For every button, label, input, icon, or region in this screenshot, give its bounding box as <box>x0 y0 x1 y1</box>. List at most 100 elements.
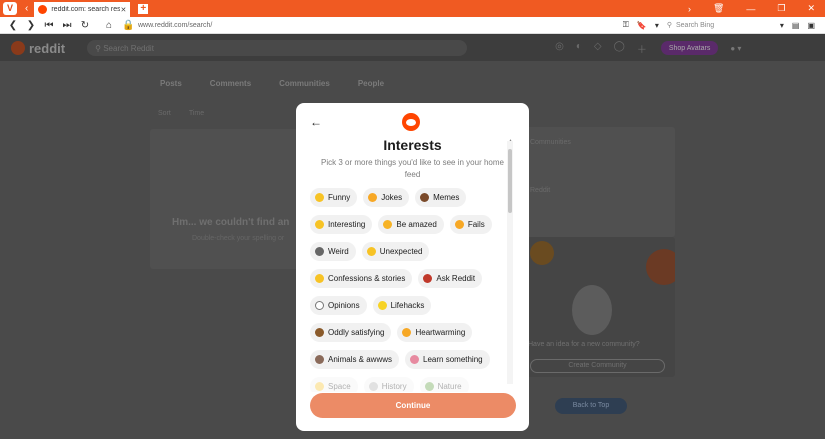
interest-chip-label: Ask Reddit <box>436 274 476 283</box>
emoji-icon <box>315 355 324 364</box>
chat-icon[interactable]: ◐ <box>576 41 582 56</box>
interest-chip-label: Confessions & stories <box>328 274 406 283</box>
minimize-button[interactable]: — <box>746 4 755 14</box>
reddit-search-input[interactable]: ⚲ Search Reddit <box>87 40 468 56</box>
interest-chip[interactable]: Funny <box>310 188 358 207</box>
close-window-button[interactable]: ✕ <box>807 3 815 14</box>
interest-chip-label: Heartwarming <box>415 328 466 337</box>
new-tab-button[interactable]: + <box>138 3 149 14</box>
interest-chip[interactable]: Memes <box>415 188 467 207</box>
emoji-icon <box>315 193 324 202</box>
tab-comments[interactable]: Comments <box>210 79 251 88</box>
lock-icon: 🔒 <box>122 19 135 31</box>
maximize-button[interactable]: ❐ <box>777 3 785 14</box>
interest-chip[interactable]: Interesting <box>310 215 373 234</box>
interest-chip-label: Jokes <box>381 193 403 202</box>
interest-chip-label: Funny <box>328 193 351 202</box>
tab-people[interactable]: People <box>358 79 384 88</box>
tab-scroll-left-icon[interactable]: ‹ <box>25 3 28 14</box>
emoji-icon <box>423 274 433 283</box>
chip-row: Confessions & stories Ask Reddit <box>310 269 505 288</box>
shop-avatars-button[interactable]: Shop Avatars <box>660 41 719 55</box>
tab-scroll-right-icon[interactable]: › <box>688 4 691 14</box>
rewind-icon[interactable]: ⏮ <box>44 20 54 31</box>
emoji-icon <box>315 301 324 310</box>
key-icon[interactable]: ⚿ <box>623 20 629 30</box>
tab-posts[interactable]: Posts <box>160 79 182 88</box>
emoji-icon <box>368 382 378 391</box>
reader-icon[interactable]: ▤ <box>792 21 800 30</box>
interest-chip-label: Interesting <box>328 220 366 229</box>
bell-icon[interactable]: ◇ <box>594 41 602 56</box>
message-icon[interactable]: ◯ <box>614 41 625 56</box>
no-results-subtitle: Double-check your spelling or <box>192 235 285 242</box>
tab-close-icon[interactable]: ✕ <box>120 6 126 14</box>
interest-chip[interactable]: Opinions <box>310 296 367 315</box>
time-filter[interactable]: Time <box>189 110 204 117</box>
dropdown-icon[interactable]: ▾ <box>655 21 659 30</box>
url-field[interactable]: www.reddit.com/search/ <box>138 22 212 29</box>
interest-chip[interactable]: Jokes <box>363 188 410 207</box>
tab-communities[interactable]: Communities <box>279 79 330 88</box>
home-icon[interactable]: ⌂ <box>104 20 114 31</box>
interest-chip[interactable]: History <box>363 377 414 392</box>
interest-chip-label: Nature <box>437 382 462 391</box>
interest-chip-label: Opinions <box>328 301 360 310</box>
emoji-icon <box>315 220 324 229</box>
chip-row: Interesting Be amazed Fails <box>310 215 505 234</box>
bookmark-icon[interactable]: 🔖 <box>637 21 647 30</box>
dropdown-icon[interactable]: ▾ <box>780 21 784 30</box>
reddit-logo-icon[interactable] <box>11 41 25 55</box>
create-community-button[interactable]: Create Community <box>530 359 665 373</box>
search-engine-field[interactable]: ⚲ Search Bing <box>666 21 772 30</box>
interest-chip[interactable]: Weird <box>310 242 356 261</box>
interest-chip-label: Oddly satisfying <box>328 328 385 337</box>
vivaldi-logo-icon[interactable]: V <box>3 2 17 15</box>
reddit-wordmark[interactable]: reddit <box>29 41 65 56</box>
interest-chip[interactable]: Nature <box>419 377 469 392</box>
emoji-icon <box>368 193 378 202</box>
popular-icon[interactable]: ◎ <box>555 41 564 56</box>
scrollbar[interactable] <box>507 141 513 384</box>
interest-chip-label: Unexpected <box>379 247 423 256</box>
chip-row: Animals & awwws Learn something <box>310 350 505 369</box>
interest-chip[interactable]: Fails <box>449 215 492 234</box>
panel-icon[interactable]: ▣ <box>807 21 815 30</box>
add-icon[interactable]: ＋ <box>637 41 647 56</box>
sidebar-card: Communities Reddit <box>520 127 675 237</box>
interest-chip[interactable]: Ask Reddit <box>418 269 483 288</box>
back-icon[interactable]: ❮ <box>8 20 18 31</box>
sidebar-label: Reddit <box>530 187 551 194</box>
interest-chip-label: Space <box>328 382 351 391</box>
interest-chip[interactable]: Unexpected <box>361 242 430 261</box>
interest-chip-label: Be amazed <box>396 220 437 229</box>
interests-modal: ← Interests Pick 3 or more things you'd … <box>296 103 529 431</box>
browser-tab[interactable]: reddit.com: search results - ✕ <box>34 2 131 17</box>
interest-chip-label: History <box>381 382 407 391</box>
interest-chip[interactable]: Animals & awwws <box>310 350 400 369</box>
emoji-icon <box>424 382 434 391</box>
trash-icon[interactable]: 🗑 <box>713 3 724 14</box>
interest-chip[interactable]: Be amazed <box>378 215 444 234</box>
search-icon: ⚲ <box>666 22 672 29</box>
reddit-favicon-icon <box>38 5 48 14</box>
interest-chip[interactable]: Heartwarming <box>397 323 473 342</box>
back-to-top-button[interactable]: Back to Top <box>555 398 627 414</box>
interest-chip[interactable]: Confessions & stories <box>310 269 413 288</box>
reload-icon[interactable]: ↻ <box>80 20 90 31</box>
interest-chip[interactable]: Lifehacks <box>372 296 432 315</box>
interest-chip[interactable]: Oddly satisfying <box>310 323 392 342</box>
forward-icon[interactable]: ❯ <box>26 20 36 31</box>
sort-filter[interactable]: Sort <box>158 110 171 117</box>
emoji-icon <box>402 328 412 337</box>
emoji-icon <box>420 193 430 202</box>
scrollbar-thumb[interactable] <box>508 149 512 213</box>
fast-forward-icon[interactable]: ⏭ <box>62 20 72 31</box>
interest-chip[interactable]: Learn something <box>405 350 490 369</box>
chip-row: Opinions Lifehacks <box>310 296 505 315</box>
emoji-icon <box>410 355 420 364</box>
back-arrow-icon[interactable]: ← <box>310 115 322 129</box>
user-menu[interactable]: ● ▾ <box>730 44 741 53</box>
continue-button[interactable]: Continue <box>310 393 516 418</box>
interest-chip[interactable]: Space <box>310 377 358 392</box>
